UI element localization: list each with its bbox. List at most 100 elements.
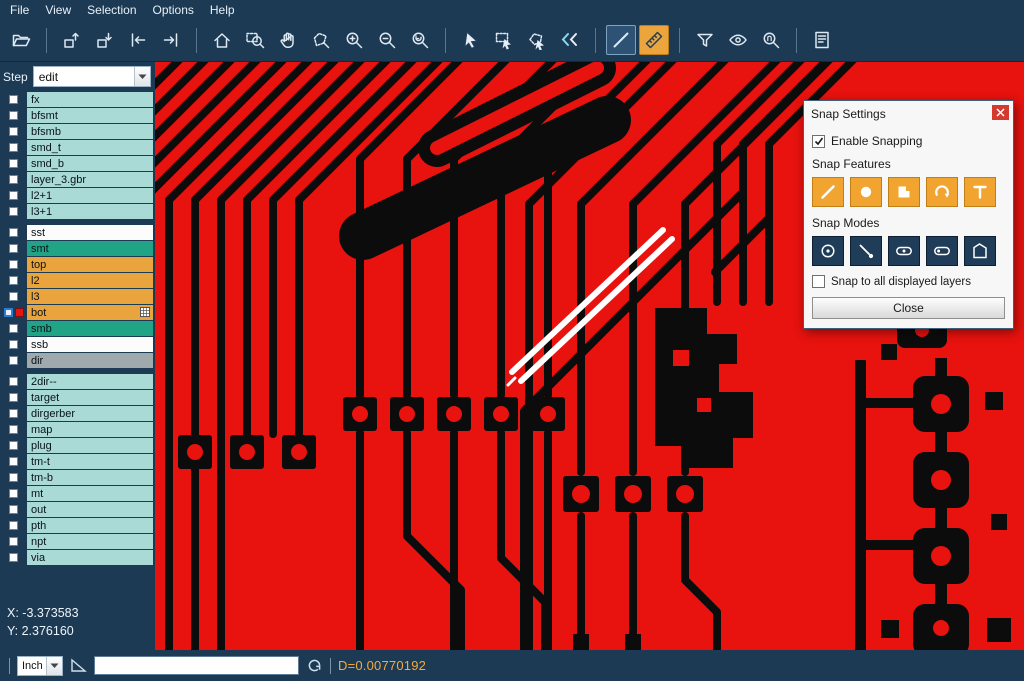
layer-checkbox[interactable]	[9, 521, 18, 530]
menu-item-help[interactable]: Help	[202, 0, 243, 19]
snap-feature-text-button[interactable]	[964, 177, 996, 207]
layer-row-fx[interactable]: fx	[0, 92, 155, 107]
layer-checkbox[interactable]	[9, 489, 18, 498]
layer-row-2dir--[interactable]: 2dir--	[0, 374, 155, 389]
layer-checkbox[interactable]	[9, 244, 18, 253]
snap-feature-circle-button[interactable]	[850, 177, 882, 207]
layer-checkbox[interactable]	[9, 127, 18, 136]
toolbar-filter-button[interactable]	[690, 25, 720, 55]
layer-row-l2[interactable]: l2	[0, 273, 155, 288]
layer-row-ssb[interactable]: ssb	[0, 337, 155, 352]
menu-item-view[interactable]: View	[37, 0, 79, 19]
layer-row-dirgerber[interactable]: dirgerber	[0, 406, 155, 421]
layer-row-dir[interactable]: dir	[0, 353, 155, 368]
layer-checkbox[interactable]	[9, 191, 18, 200]
layer-row-sst[interactable]: sst	[0, 225, 155, 240]
layer-checkbox[interactable]	[9, 260, 18, 269]
layer-row-npt[interactable]: npt	[0, 534, 155, 549]
layer-checkbox[interactable]	[9, 276, 18, 285]
layer-row-mt[interactable]: mt	[0, 486, 155, 501]
layer-checkbox[interactable]	[9, 340, 18, 349]
toolbar-zoom-in-button[interactable]	[339, 25, 369, 55]
snap-all-layers-row[interactable]: Snap to all displayed layers	[812, 275, 1005, 288]
layer-row-bot[interactable]: bot	[0, 305, 155, 320]
layer-checkbox[interactable]	[9, 159, 18, 168]
toolbar-line-button[interactable]	[606, 25, 636, 55]
layer-row-top[interactable]: top	[0, 257, 155, 272]
layer-row-plug[interactable]: plug	[0, 438, 155, 453]
layer-row-via[interactable]: via	[0, 550, 155, 565]
layer-row-l2+1[interactable]: l2+1	[0, 188, 155, 203]
layer-row-tm-b[interactable]: tm-b	[0, 470, 155, 485]
toolbar-zoom-window-button[interactable]	[240, 25, 270, 55]
toolbar-export-right-button[interactable]	[156, 25, 186, 55]
layer-checkbox[interactable]	[9, 356, 18, 365]
layer-checkbox[interactable]	[9, 457, 18, 466]
toolbar-open-button[interactable]	[6, 25, 36, 55]
layer-row-tm-t[interactable]: tm-t	[0, 454, 155, 469]
toolbar-report-button[interactable]	[807, 25, 837, 55]
toolbar-eye-button[interactable]	[723, 25, 753, 55]
menu-item-selection[interactable]: Selection	[79, 0, 144, 19]
layer-checkbox[interactable]	[9, 228, 18, 237]
angle-icon[interactable]	[70, 658, 87, 673]
toolbar-find-button[interactable]	[756, 25, 786, 55]
toolbar-zoom-back-button[interactable]	[405, 25, 435, 55]
snap-mode-slot-button[interactable]	[888, 236, 920, 266]
toolbar-zoom-out-button[interactable]	[372, 25, 402, 55]
layer-checkbox[interactable]	[9, 377, 18, 386]
layer-row-bfsmb[interactable]: bfsmb	[0, 124, 155, 139]
snap-mode-center-button[interactable]	[812, 236, 844, 266]
snap-feature-line-button[interactable]	[812, 177, 844, 207]
layer-checkbox[interactable]	[9, 441, 18, 450]
layer-checkbox[interactable]	[9, 143, 18, 152]
refresh-icon[interactable]	[306, 657, 323, 674]
toolbar-home-button[interactable]	[207, 25, 237, 55]
layer-row-out[interactable]: out	[0, 502, 155, 517]
layer-row-map[interactable]: map	[0, 422, 155, 437]
layer-row-smd_b[interactable]: smd_b	[0, 156, 155, 171]
layer-checkbox[interactable]	[9, 553, 18, 562]
menu-item-file[interactable]: File	[2, 0, 37, 19]
toolbar-import-left-button[interactable]	[123, 25, 153, 55]
layer-checkbox[interactable]	[9, 95, 18, 104]
toolbar-import-box-button[interactable]	[90, 25, 120, 55]
snap-mode-nearest-point-button[interactable]	[850, 236, 882, 266]
command-input[interactable]	[94, 656, 299, 675]
layer-row-smb[interactable]: smb	[0, 321, 155, 336]
toolbar-select-poly-button[interactable]	[522, 25, 552, 55]
chevron-down-icon[interactable]	[46, 657, 62, 675]
layer-row-pth[interactable]: pth	[0, 518, 155, 533]
snap-mode-hole-button[interactable]	[926, 236, 958, 266]
dialog-close-button[interactable]	[992, 105, 1009, 120]
close-button[interactable]: Close	[812, 297, 1005, 319]
toolbar-mirror-button[interactable]	[555, 25, 585, 55]
layer-row-smd_t[interactable]: smd_t	[0, 140, 155, 155]
layer-checkbox[interactable]	[4, 308, 13, 317]
layer-row-l3[interactable]: l3	[0, 289, 155, 304]
snap-feature-arc-button[interactable]	[926, 177, 958, 207]
toolbar-export-box-button[interactable]	[57, 25, 87, 55]
layer-checkbox[interactable]	[9, 324, 18, 333]
toolbar-ruler-button[interactable]	[639, 25, 669, 55]
layer-row-l3+1[interactable]: l3+1	[0, 204, 155, 219]
layer-checkbox[interactable]	[9, 393, 18, 402]
enable-snapping-checkbox[interactable]	[812, 135, 825, 148]
layer-checkbox[interactable]	[9, 292, 18, 301]
layer-checkbox[interactable]	[9, 409, 18, 418]
enable-snapping-row[interactable]: Enable Snapping	[812, 134, 1005, 148]
snap-feature-pad-button[interactable]	[888, 177, 920, 207]
snap-mode-contour-button[interactable]	[964, 236, 996, 266]
layer-row-layer_3.gbr[interactable]: layer_3.gbr	[0, 172, 155, 187]
layer-row-smt[interactable]: smt	[0, 241, 155, 256]
layer-checkbox[interactable]	[9, 537, 18, 546]
toolbar-select-rect-button[interactable]	[489, 25, 519, 55]
layer-checkbox[interactable]	[9, 175, 18, 184]
layer-row-bfsmt[interactable]: bfsmt	[0, 108, 155, 123]
toolbar-zoom-polygon-button[interactable]	[306, 25, 336, 55]
step-dropdown[interactable]: edit	[33, 66, 151, 87]
layer-checkbox[interactable]	[9, 505, 18, 514]
toolbar-pan-button[interactable]	[273, 25, 303, 55]
layer-checkbox[interactable]	[9, 473, 18, 482]
toolbar-pointer-button[interactable]	[456, 25, 486, 55]
